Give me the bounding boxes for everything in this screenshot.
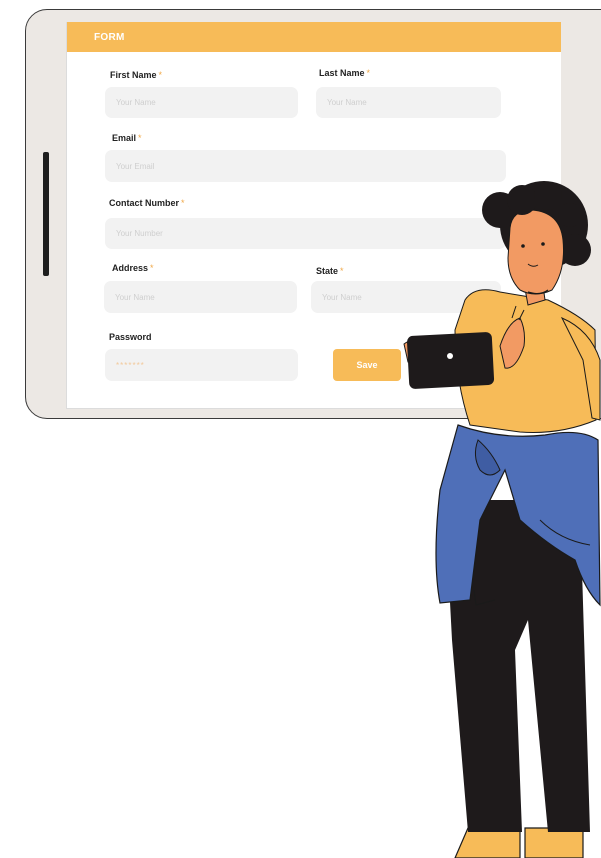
save-button[interactable]: Save: [333, 349, 401, 381]
contact-number-label: Contact Number *: [109, 198, 185, 208]
last-name-input[interactable]: [316, 87, 501, 118]
required-mark: *: [150, 263, 154, 273]
password-input[interactable]: [105, 349, 298, 381]
password-label: Password: [109, 332, 152, 342]
required-mark: *: [340, 266, 344, 276]
first-name-input[interactable]: [105, 87, 298, 118]
last-name-label: Last Name *: [319, 68, 371, 78]
required-mark: *: [158, 70, 163, 80]
tablet-side-button: [43, 152, 49, 276]
first-name-label: First Name *: [110, 70, 163, 80]
required-mark: *: [138, 133, 142, 143]
address-input[interactable]: [104, 281, 297, 313]
form-title: FORM: [94, 32, 125, 43]
address-label: Address *: [112, 263, 154, 273]
required-mark: *: [366, 68, 371, 78]
form-header: FORM: [67, 22, 561, 52]
person-illustration: [403, 181, 601, 858]
required-mark: *: [181, 198, 185, 208]
email-label: Email *: [112, 133, 142, 143]
state-label: State *: [316, 266, 344, 276]
email-input[interactable]: [105, 150, 506, 182]
